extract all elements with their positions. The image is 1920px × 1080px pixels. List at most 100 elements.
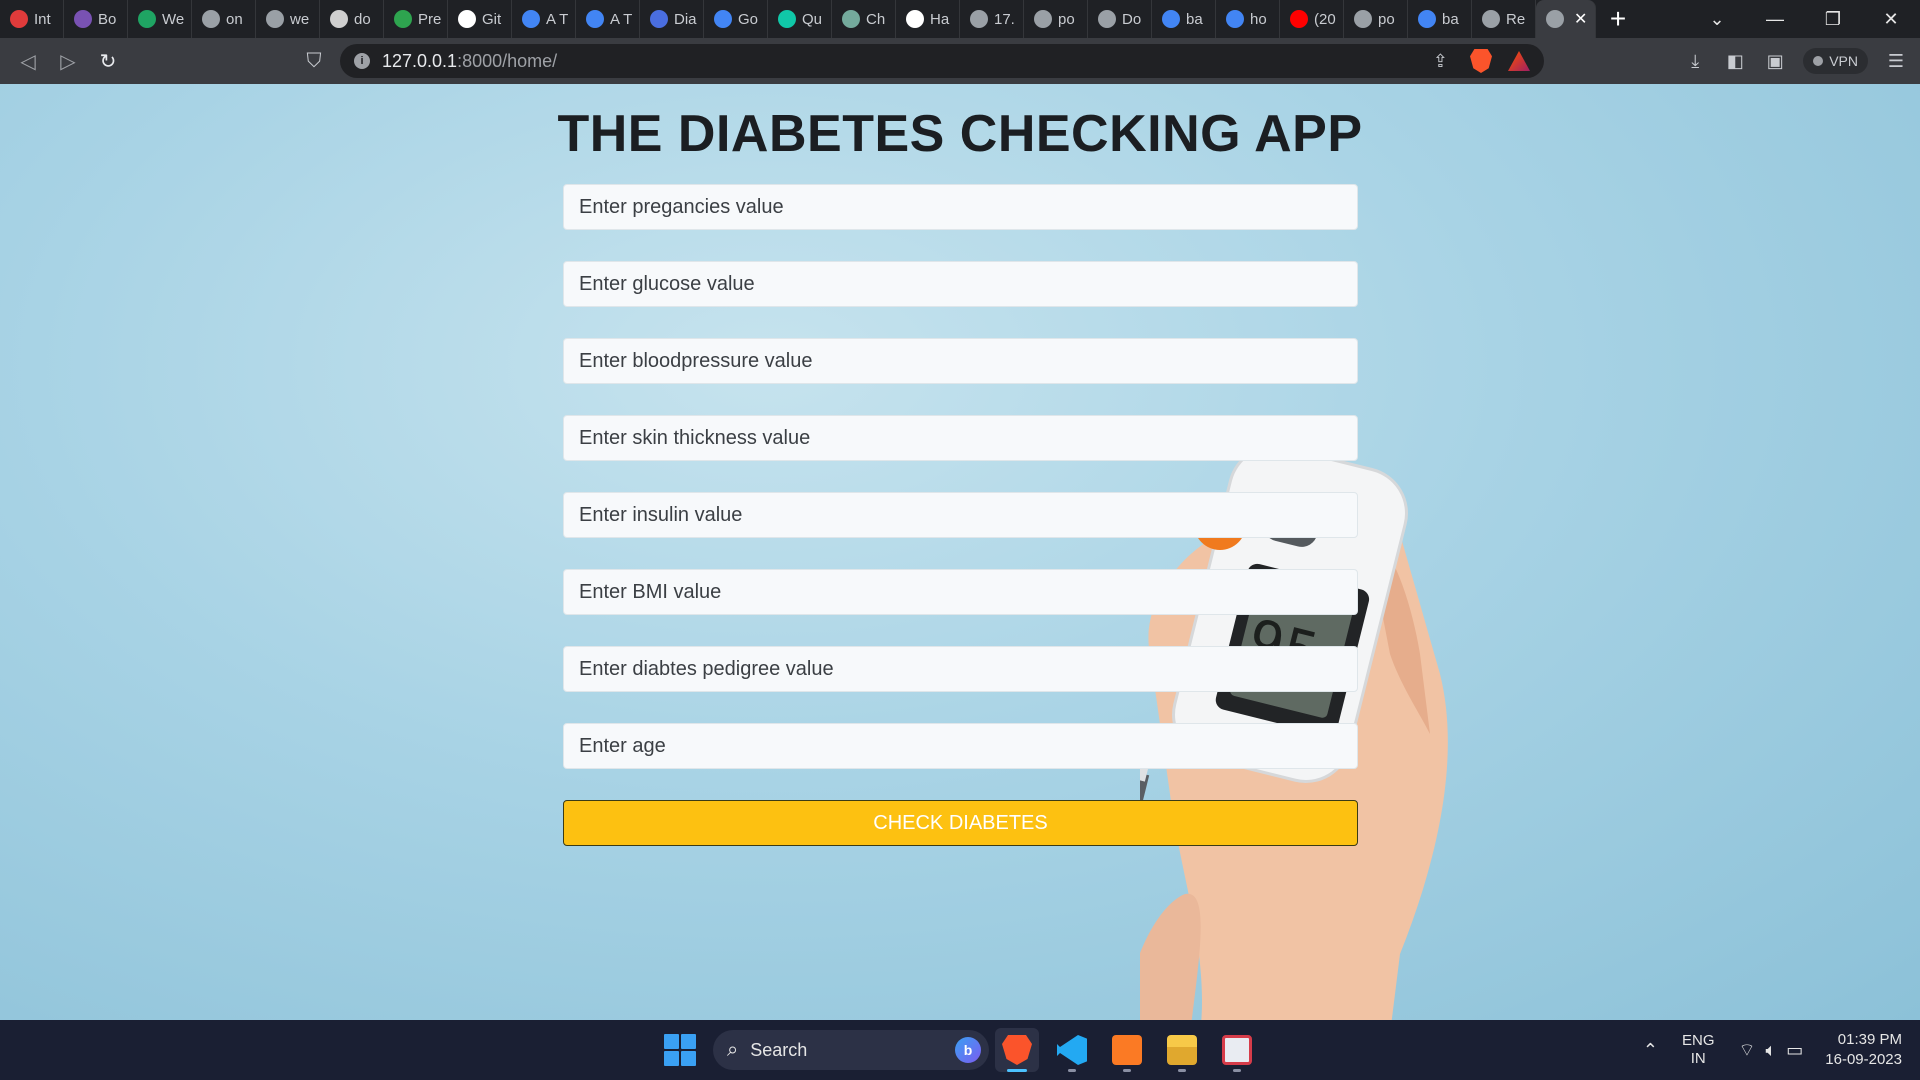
browser-tab[interactable]: Int [0, 0, 64, 38]
browser-tab[interactable]: (20 [1280, 0, 1344, 38]
url-host: 127.0.0.1 [382, 50, 458, 71]
brave-shields-icon[interactable] [1470, 49, 1492, 73]
browser-tab[interactable]: 17. [960, 0, 1024, 38]
url-path: :8000/home/ [457, 50, 558, 71]
pregnancies-input[interactable] [563, 184, 1358, 230]
tab-title: ba [1186, 10, 1203, 28]
vpn-button[interactable]: VPN [1803, 48, 1868, 74]
browser-tab[interactable]: Re [1472, 0, 1536, 38]
browser-tab[interactable]: Bo [64, 0, 128, 38]
bmi-input[interactable] [563, 569, 1358, 615]
browser-tab[interactable]: Do [1088, 0, 1152, 38]
wallet-icon[interactable]: ▣ [1755, 41, 1795, 81]
browser-tab[interactable]: on [192, 0, 256, 38]
browser-tab[interactable]: A T [576, 0, 640, 38]
sidebar-icon[interactable]: ◧ [1715, 41, 1755, 81]
age-input[interactable] [563, 723, 1358, 769]
file-explorer-taskbar-icon[interactable] [1160, 1028, 1204, 1072]
browser-tab[interactable]: we [256, 0, 320, 38]
skin-thickness-input[interactable] [563, 415, 1358, 461]
language-indicator[interactable]: ENG IN [1682, 1032, 1715, 1068]
share-icon[interactable]: ⇪ [1433, 51, 1448, 72]
download-icon[interactable]: ⤓ [1675, 41, 1715, 81]
bloodpressure-input[interactable] [563, 338, 1358, 384]
vpn-status-icon [1813, 56, 1824, 66]
tab-title: ho [1250, 10, 1267, 28]
tab-favicon-icon [586, 10, 604, 28]
region-code: IN [1690, 1050, 1706, 1067]
page-title: THE DIABETES CHECKING APP [557, 105, 1363, 163]
close-window-icon[interactable]: ✕ [1862, 0, 1920, 38]
menu-icon[interactable]: ☰ [1876, 41, 1916, 81]
tab-title: Bo [98, 10, 117, 28]
tab-title: Dia [674, 10, 697, 28]
browser-tab[interactable]: ho [1216, 0, 1280, 38]
tab-list: Int Bo We on we do Pre Git A T A T Dia Go Qu Ch Ha 17. p… [0, 0, 1596, 38]
tab-title: (20 [1314, 10, 1336, 28]
clock-date: 16-09-2023 [1825, 1051, 1902, 1068]
site-info-icon[interactable]: i [354, 53, 370, 69]
snipping-tool-taskbar-icon[interactable] [1215, 1028, 1259, 1072]
bookmark-icon[interactable]: ⛉ [294, 41, 334, 81]
pedigree-input[interactable] [563, 646, 1358, 692]
tab-favicon-icon [906, 10, 924, 28]
tab-title: Ha [930, 10, 950, 28]
browser-tab[interactable]: do [320, 0, 384, 38]
system-tray: ⌃ ENG IN ⌔ 🔈︎ ▭ 01:39 PM 16-09-2023 [1643, 1020, 1920, 1080]
browser-tab[interactable]: Dia [640, 0, 704, 38]
tab-favicon-icon [1482, 10, 1500, 28]
brave-rewards-icon[interactable] [1508, 51, 1530, 71]
battery-icon[interactable]: ▭ [1786, 1040, 1803, 1061]
new-tab-button[interactable]: + [1596, 0, 1640, 38]
browser-tab[interactable]: Qu [768, 0, 832, 38]
browser-tab[interactable]: po [1024, 0, 1088, 38]
close-tab-icon[interactable]: ✕ [1574, 9, 1587, 29]
forward-icon[interactable]: ▷ [48, 41, 88, 81]
page-viewport: 95 THE DIABETES CHECKING APP CHECK DIABE… [0, 84, 1920, 1020]
insulin-input[interactable] [563, 492, 1358, 538]
tab-favicon-icon [778, 10, 796, 28]
restore-icon[interactable]: ❐ [1804, 0, 1862, 38]
search-label: Search [750, 1039, 808, 1060]
browser-tab-active[interactable]: ✕ [1536, 0, 1596, 38]
brave-browser-taskbar-icon[interactable] [995, 1028, 1039, 1072]
windows-start-icon[interactable] [664, 1034, 696, 1066]
browser-tab[interactable]: ba [1152, 0, 1216, 38]
back-icon[interactable]: ◁ [8, 41, 48, 81]
volume-icon[interactable]: 🔈︎ [1765, 1040, 1776, 1061]
show-hidden-icons-icon[interactable]: ⌃ [1643, 1040, 1658, 1061]
browser-tab[interactable]: Ha [896, 0, 960, 38]
browser-tab[interactable]: We [128, 0, 192, 38]
taskbar-search[interactable]: ⌕ Search b [713, 1030, 989, 1070]
browser-tab[interactable]: Go [704, 0, 768, 38]
tab-title: po [1058, 10, 1075, 28]
tab-title: ba [1442, 10, 1459, 28]
vs-code-taskbar-icon[interactable] [1050, 1028, 1094, 1072]
bing-icon[interactable]: b [955, 1037, 981, 1063]
minimize-icon[interactable]: — [1746, 0, 1804, 38]
xampp-taskbar-icon[interactable] [1105, 1028, 1149, 1072]
toolbar-right: ⤓ ◧ ▣ VPN ☰ [1675, 38, 1920, 84]
tab-favicon-icon [1354, 10, 1372, 28]
browser-tab[interactable]: ba [1408, 0, 1472, 38]
tab-search-chevron-icon[interactable]: ⌄ [1688, 0, 1746, 38]
tab-title: Go [738, 10, 759, 28]
tab-title: A T [610, 10, 633, 28]
clock[interactable]: 01:39 PM 16-09-2023 [1825, 1030, 1902, 1070]
tab-favicon-icon [1418, 10, 1436, 28]
clock-time: 01:39 PM [1837, 1031, 1902, 1048]
address-bar[interactable]: i 127.0.0.1:8000/home/ ⇪ [340, 44, 1544, 78]
browser-tab[interactable]: Ch [832, 0, 896, 38]
tab-favicon-icon [1226, 10, 1244, 28]
browser-tab[interactable]: A T [512, 0, 576, 38]
glucose-input[interactable] [563, 261, 1358, 307]
reload-icon[interactable]: ↻ [88, 41, 128, 81]
check-diabetes-button[interactable]: CHECK DIABETES [563, 800, 1358, 846]
tab-favicon-icon [1162, 10, 1180, 28]
tab-favicon-icon [1034, 10, 1052, 28]
wifi-icon[interactable]: ⌔ [1739, 1039, 1756, 1062]
tab-favicon-icon [1098, 10, 1116, 28]
browser-tab[interactable]: Git [448, 0, 512, 38]
browser-tab[interactable]: Pre [384, 0, 448, 38]
browser-tab[interactable]: po [1344, 0, 1408, 38]
